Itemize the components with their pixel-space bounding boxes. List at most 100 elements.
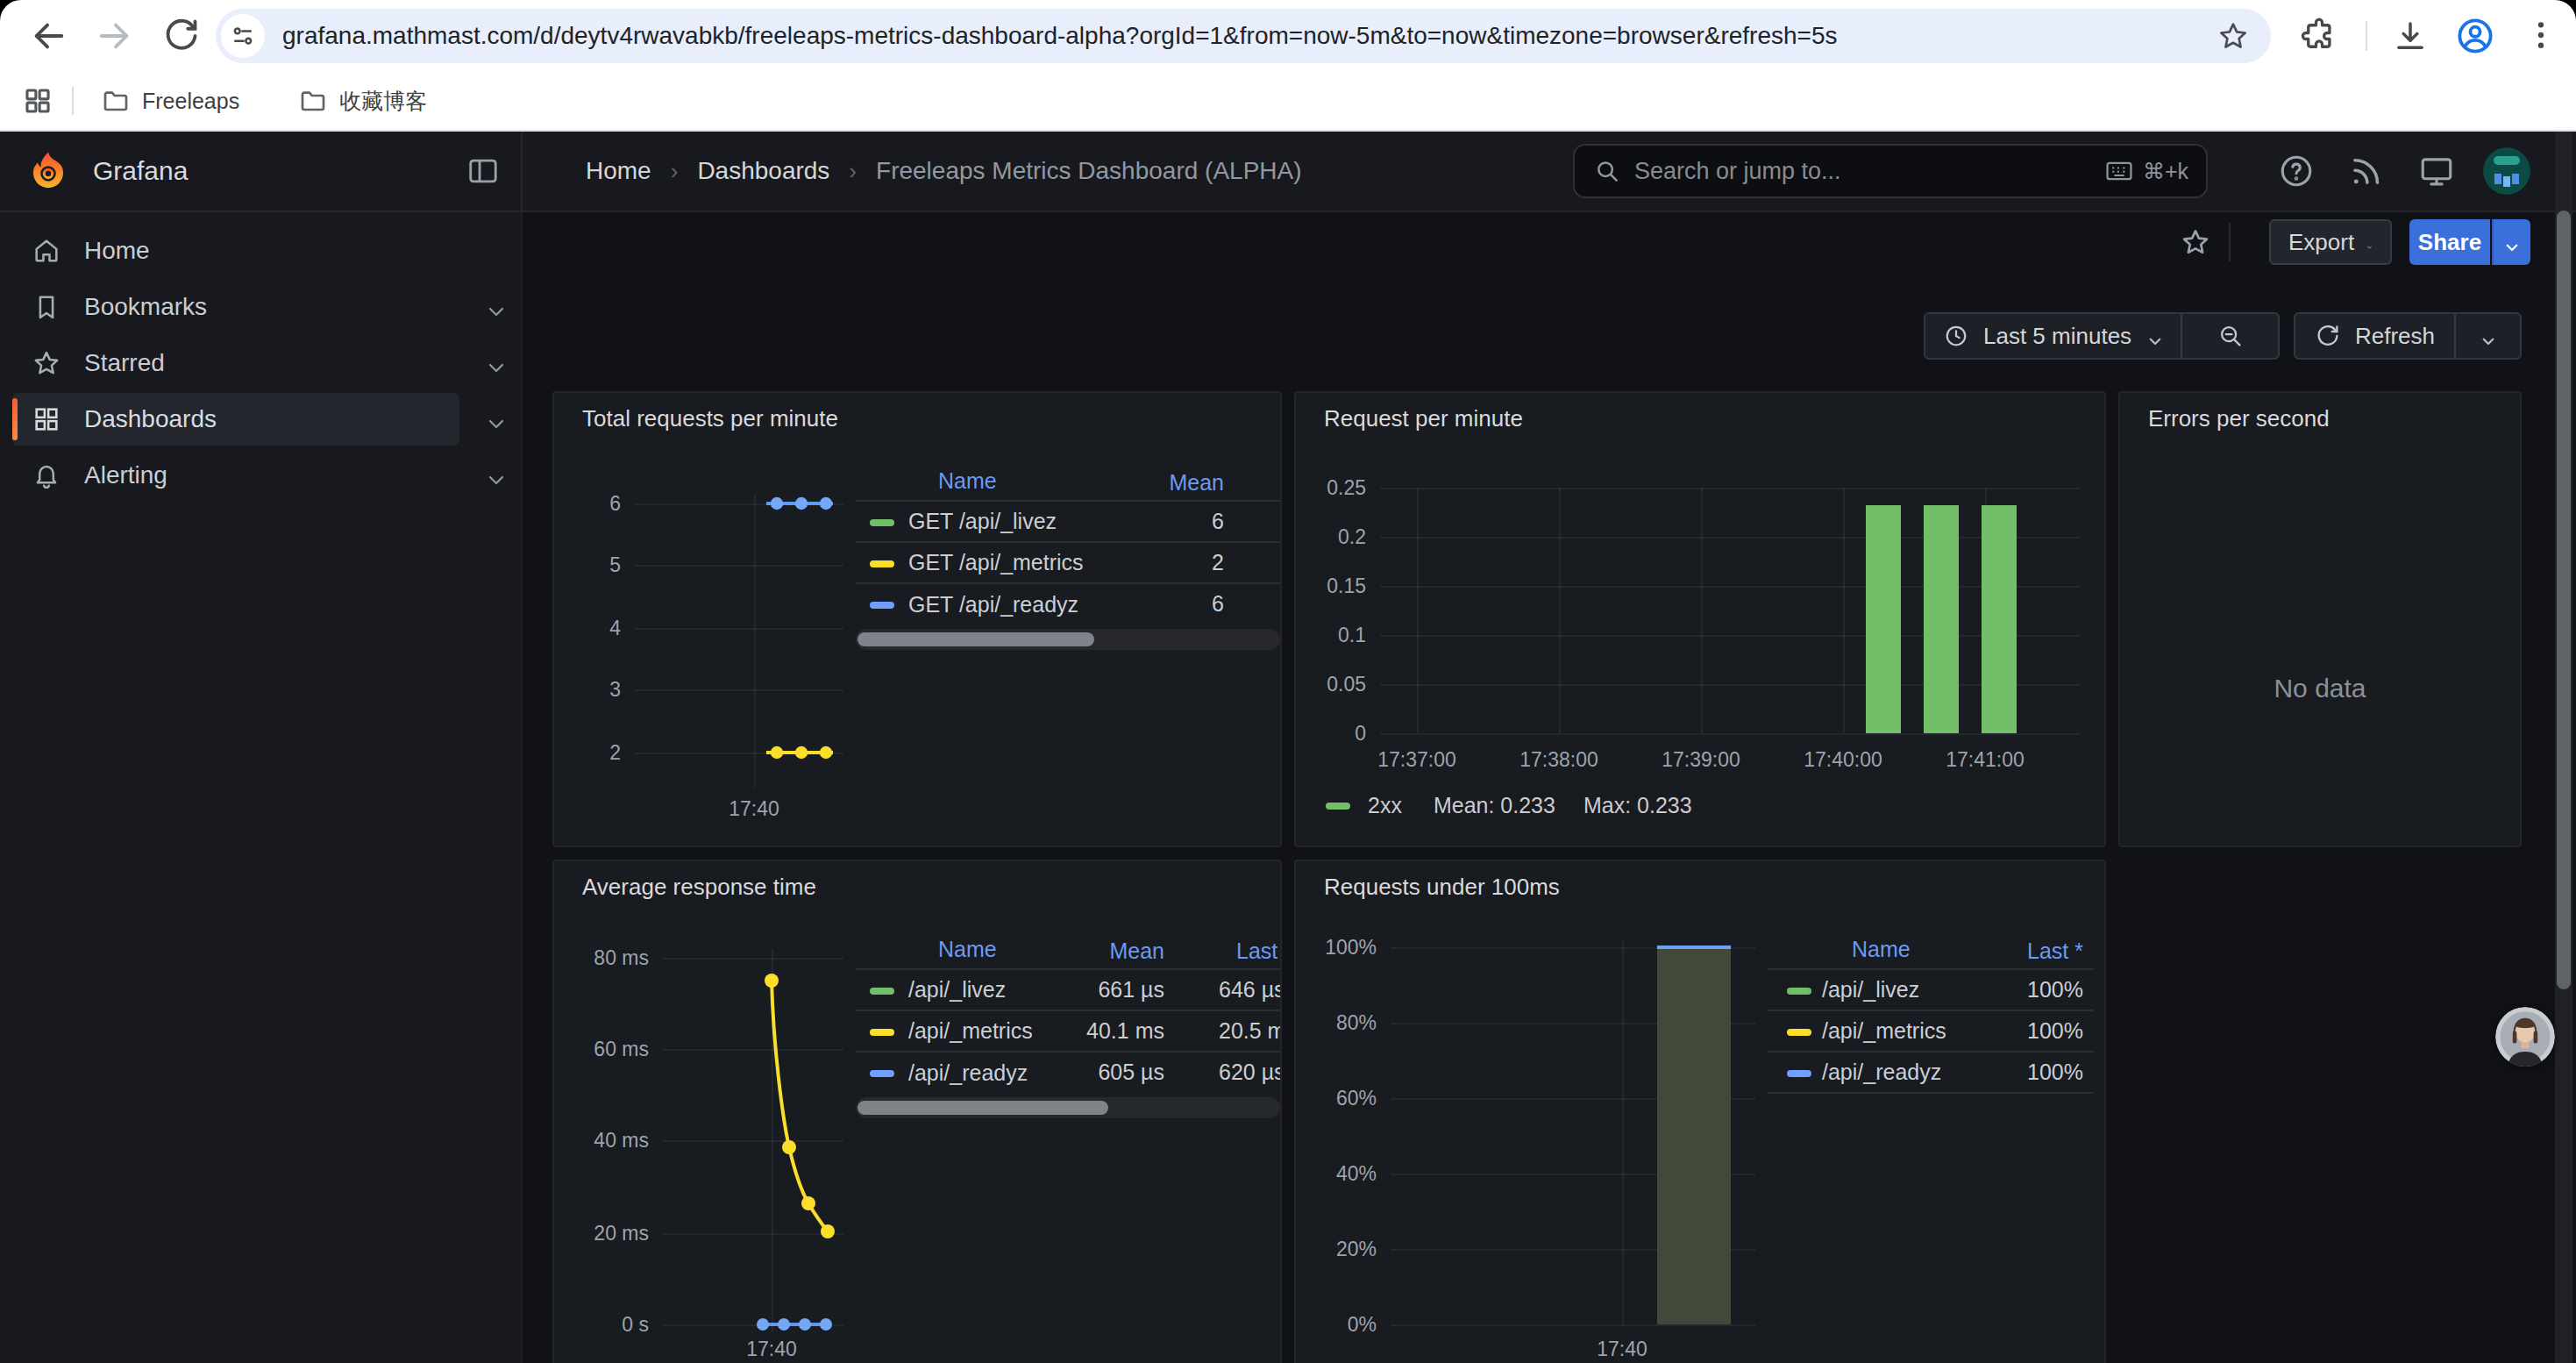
actions-divider bbox=[2229, 223, 2231, 261]
bar-2xx[interactable] bbox=[1866, 505, 1901, 733]
legend-header-mean[interactable]: Mean bbox=[1109, 938, 1164, 964]
dashboards-grid-icon bbox=[32, 404, 61, 434]
grafana-app: Grafana Home › Dashboards › Freeleaps Me… bbox=[0, 132, 2576, 1363]
legend-header-name[interactable]: Name bbox=[938, 468, 997, 494]
bar-2xx[interactable] bbox=[1924, 505, 1959, 733]
bookmark-star-icon[interactable] bbox=[2217, 19, 2250, 53]
legend-row[interactable]: /api/_readyz 605 µs 620 µs bbox=[856, 1053, 1282, 1094]
bar-2xx[interactable] bbox=[1982, 505, 2017, 733]
brand-label[interactable]: Grafana bbox=[93, 156, 188, 186]
legend-header-name[interactable]: Name bbox=[938, 937, 997, 962]
url-bar[interactable]: grafana.mathmast.com/d/deytv4rwavabkb/fr… bbox=[216, 9, 2271, 63]
series-name[interactable]: /api/_livez bbox=[908, 977, 1006, 1003]
legend-header: Name Last * bbox=[1768, 931, 2094, 970]
series-color-pill bbox=[870, 602, 894, 609]
page-scrollbar[interactable] bbox=[2555, 132, 2572, 1363]
bookmark-folder-freeleaps[interactable]: Freeleaps bbox=[102, 87, 239, 115]
legend-header-last[interactable]: Last * bbox=[2027, 938, 2083, 964]
series-name[interactable]: 2xx bbox=[1368, 793, 1402, 818]
legend-row[interactable]: GET /api/_readyz 6 bbox=[856, 584, 1280, 625]
refresh-icon[interactable] bbox=[2315, 323, 2341, 349]
grafana-logo-icon[interactable] bbox=[26, 149, 70, 193]
panel-request-per-minute[interactable]: Request per minute 0.25 0.2 0.15 0.1 0.0… bbox=[1294, 391, 2106, 847]
share-dropdown-button[interactable] bbox=[2492, 219, 2530, 265]
assistant-avatar[interactable] bbox=[2495, 1007, 2555, 1067]
sidebar-item-bookmarks[interactable]: Bookmarks bbox=[12, 281, 459, 333]
sidebar-item-dashboards[interactable]: Dashboards bbox=[12, 393, 459, 446]
chevron-down-icon[interactable] bbox=[486, 465, 507, 486]
series-name[interactable]: /api/_livez bbox=[1822, 977, 1919, 1003]
series-name[interactable]: GET /api/_livez bbox=[908, 509, 1057, 534]
y-tick: 0 bbox=[1306, 721, 1366, 746]
help-icon[interactable] bbox=[2278, 153, 2315, 189]
legend-header-last[interactable]: Last * bbox=[1236, 938, 1282, 964]
chevron-down-icon[interactable] bbox=[486, 409, 507, 430]
legend-row[interactable]: /api/_readyz 100% bbox=[1768, 1053, 2094, 1094]
series-mean: 605 µs bbox=[1098, 1060, 1164, 1085]
favorite-star-icon[interactable] bbox=[2180, 226, 2211, 258]
series-name[interactable]: /api/_metrics bbox=[908, 1018, 1033, 1044]
profile-icon[interactable] bbox=[2455, 16, 2495, 56]
download-icon[interactable] bbox=[2392, 18, 2429, 54]
user-avatar[interactable] bbox=[2483, 147, 2530, 195]
extensions-icon[interactable] bbox=[2301, 18, 2338, 54]
legend-scrollbar[interactable] bbox=[856, 629, 1280, 650]
legend-row[interactable]: /api/_metrics 100% bbox=[1768, 1011, 2094, 1053]
panel-average-response-time[interactable]: Average response time 80 ms 60 ms 40 ms … bbox=[552, 860, 1282, 1363]
back-icon[interactable] bbox=[28, 16, 68, 56]
legend-row[interactable]: /api/_livez 100% bbox=[1768, 970, 2094, 1011]
bookmark-folder-label: 收藏博客 bbox=[339, 87, 427, 116]
sidebar-item-starred[interactable]: Starred bbox=[12, 337, 459, 389]
chevron-down-icon[interactable] bbox=[2480, 328, 2496, 344]
sidebar-item-alerting[interactable]: Alerting bbox=[12, 449, 459, 502]
bar-under-100ms[interactable] bbox=[1657, 949, 1731, 1324]
legend-inline[interactable]: 2xx Mean: 0.233 Max: 0.233 bbox=[1326, 793, 1692, 818]
breadcrumb-current: Freeleaps Metrics Dashboard (ALPHA) bbox=[876, 157, 1302, 185]
legend-table: Name Last * /api/_livez 100% /api/_metri… bbox=[1768, 931, 2094, 1094]
refresh-label[interactable]: Refresh bbox=[2355, 323, 2435, 350]
series-name[interactable]: /api/_metrics bbox=[1822, 1018, 1946, 1044]
scrollbar-thumb[interactable] bbox=[857, 632, 1094, 646]
forward-icon[interactable] bbox=[95, 16, 135, 56]
series-name[interactable]: GET /api/_metrics bbox=[908, 550, 1084, 575]
news-rss-icon[interactable] bbox=[2348, 153, 2385, 189]
apps-grid-icon[interactable] bbox=[23, 86, 53, 116]
legend-row[interactable]: GET /api/_metrics 2 bbox=[856, 543, 1280, 584]
reload-icon[interactable] bbox=[161, 16, 202, 56]
series-color-pill bbox=[870, 1070, 894, 1077]
gridline bbox=[1380, 586, 2080, 588]
url-text[interactable]: grafana.mathmast.com/d/deytv4rwavabkb/fr… bbox=[282, 22, 2217, 50]
legend-row[interactable]: GET /api/_livez 6 bbox=[856, 502, 1280, 543]
scrollbar-thumb[interactable] bbox=[2557, 211, 2571, 989]
search-input[interactable]: Search or jump to... ⌘+k bbox=[1573, 144, 2208, 198]
legend-scrollbar[interactable] bbox=[856, 1097, 1280, 1118]
panel-total-requests-per-minute[interactable]: Total requests per minute 6 5 4 3 2 17:4… bbox=[552, 391, 1282, 847]
panel-requests-under-100ms[interactable]: Requests under 100ms 100% 80% 60% 40% 20… bbox=[1294, 860, 2106, 1363]
legend-row[interactable]: /api/_livez 661 µs 646 µs bbox=[856, 970, 1282, 1011]
monitor-icon[interactable] bbox=[2418, 153, 2455, 189]
chevron-down-icon[interactable] bbox=[486, 296, 507, 318]
sidebar-item-home[interactable]: Home bbox=[12, 225, 459, 277]
export-button[interactable]: Export bbox=[2269, 219, 2392, 265]
site-info-icon[interactable] bbox=[221, 14, 265, 58]
mega-menu-toggle-icon[interactable] bbox=[466, 154, 500, 188]
series-name[interactable]: GET /api/_readyz bbox=[908, 592, 1078, 617]
series-name[interactable]: /api/_readyz bbox=[1822, 1060, 1941, 1085]
breadcrumb-dashboards[interactable]: Dashboards bbox=[697, 157, 829, 185]
legend-header-mean[interactable]: Mean bbox=[1169, 470, 1224, 496]
menu-dots-icon[interactable] bbox=[2523, 18, 2558, 53]
x-tick: 17:41:00 bbox=[1932, 747, 2038, 772]
series-name[interactable]: /api/_readyz bbox=[908, 1060, 1028, 1086]
legend-row[interactable]: /api/_metrics 40.1 ms 20.5 ms bbox=[856, 1011, 1282, 1053]
sidebar: Home Bookmarks Starred Dashboards Alerti bbox=[0, 212, 523, 1363]
share-button[interactable]: Share bbox=[2409, 219, 2490, 265]
breadcrumb-home[interactable]: Home bbox=[586, 157, 651, 185]
chevron-down-icon[interactable] bbox=[486, 353, 507, 374]
panel-errors-per-second[interactable]: Errors per second No data bbox=[2118, 391, 2522, 847]
legend-header-name[interactable]: Name bbox=[1852, 937, 1911, 962]
bookmark-folder-blogs[interactable]: 收藏博客 bbox=[299, 87, 427, 116]
scrollbar-thumb[interactable] bbox=[857, 1101, 1108, 1115]
time-range-label[interactable]: Last 5 minutes bbox=[1983, 323, 2131, 350]
zoom-out-icon[interactable] bbox=[2217, 323, 2244, 349]
series-mean: 2 bbox=[1212, 550, 1224, 575]
